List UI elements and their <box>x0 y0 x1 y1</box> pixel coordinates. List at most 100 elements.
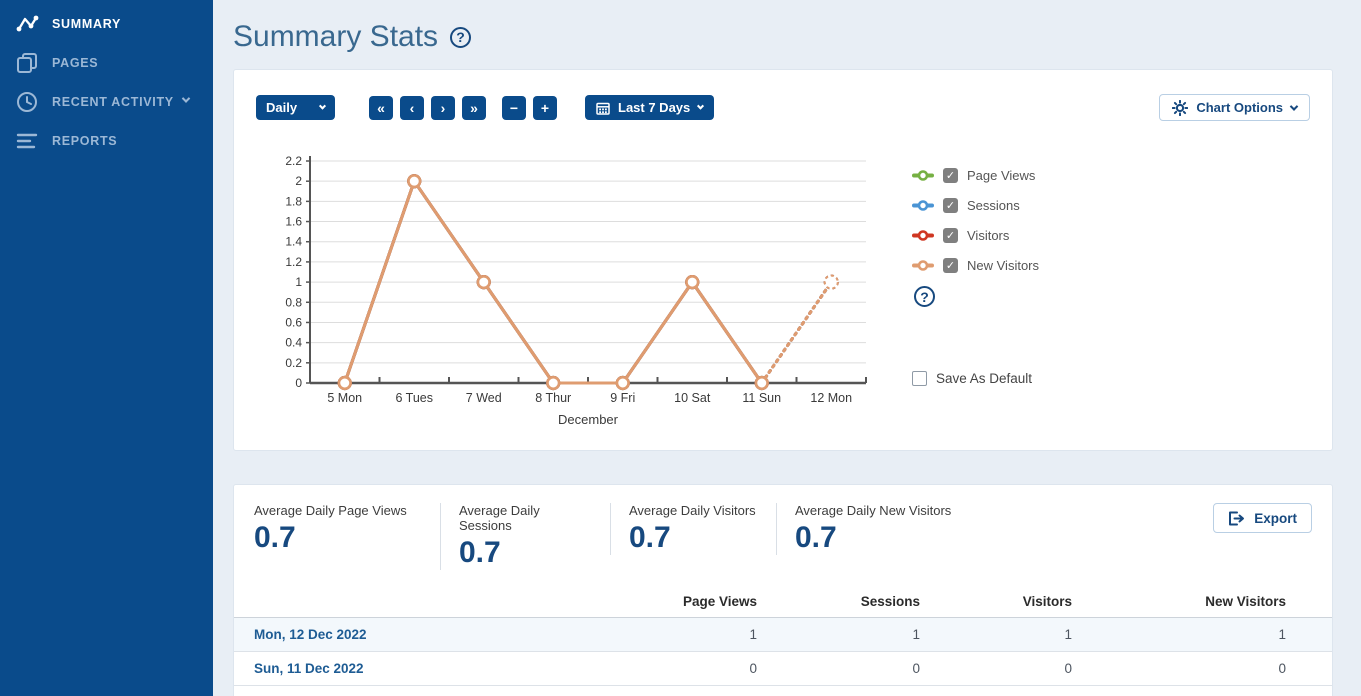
chart-options-label: Chart Options <box>1196 100 1283 115</box>
svg-text:0.6: 0.6 <box>285 315 302 329</box>
save-default-checkbox[interactable] <box>912 371 927 386</box>
legend-label: Visitors <box>967 228 1009 243</box>
legend-item-page-views: ✓ Page Views <box>912 165 1039 186</box>
svg-text:6 Tues: 6 Tues <box>395 391 433 405</box>
stat-card-visitors: Average Daily Visitors 0.7 <box>610 503 776 555</box>
table-header-cell: Visitors <box>920 594 1072 609</box>
export-icon <box>1228 511 1245 526</box>
svg-text:8 Thur: 8 Thur <box>535 391 571 405</box>
table-cell: 1 <box>572 627 757 642</box>
nav-next-button[interactable]: › <box>431 96 455 120</box>
date-range-value: Last 7 Days <box>618 100 690 115</box>
export-button[interactable]: Export <box>1213 503 1312 533</box>
svg-text:1.6: 1.6 <box>285 215 302 229</box>
svg-text:10 Sat: 10 Sat <box>674 391 711 405</box>
stat-card-page-views: Average Daily Page Views 0.7 <box>254 503 440 555</box>
stats-cards-row: Average Daily Page Views 0.7 Average Dai… <box>234 503 1332 586</box>
stat-label: Average Daily Sessions <box>459 503 590 533</box>
chart-options-button[interactable]: Chart Options <box>1159 94 1310 121</box>
series-checkbox[interactable]: ✓ <box>943 168 958 183</box>
stat-label: Average Daily New Visitors <box>795 503 951 518</box>
zoom-out-button[interactable]: − <box>502 96 526 120</box>
series-marker-icon <box>912 200 934 211</box>
app-window: SUMMARY PAGES RECENT ACTIVITY <box>0 0 1361 696</box>
table-cell: 0 <box>1072 661 1286 676</box>
clock-icon <box>15 90 39 114</box>
series-checkbox[interactable]: ✓ <box>943 258 958 273</box>
main-content: Summary Stats ? Daily « ‹ › » − + <box>213 0 1361 696</box>
row-date-link[interactable]: Mon, 12 Dec 2022 <box>254 627 572 642</box>
series-checkbox[interactable]: ✓ <box>943 198 958 213</box>
stat-value: 0.7 <box>629 521 756 555</box>
chart-toolbar: Daily « ‹ › » − + <box>256 94 1310 121</box>
svg-text:0.2: 0.2 <box>285 356 302 370</box>
table-header-cell: Sessions <box>757 594 920 609</box>
legend-item-sessions: ✓ Sessions <box>912 195 1039 216</box>
chart-nav-group: « ‹ › » <box>369 96 486 120</box>
granularity-value: Daily <box>266 100 297 115</box>
chevron-down-icon <box>1290 102 1298 110</box>
gear-icon <box>1172 100 1188 116</box>
sidebar-item-reports[interactable]: REPORTS <box>0 121 213 160</box>
calendar-icon <box>596 101 610 115</box>
stat-label: Average Daily Page Views <box>254 503 420 518</box>
table-cell: 1 <box>1072 627 1286 642</box>
table-cell: 0 <box>757 661 920 676</box>
save-default-label: Save As Default <box>936 371 1032 386</box>
stats-panel: Average Daily Page Views 0.7 Average Dai… <box>233 484 1333 696</box>
report-lines-icon <box>15 129 39 153</box>
series-marker-icon <box>912 170 934 181</box>
table-header-cell: New Visitors <box>1072 594 1286 609</box>
sidebar-item-summary[interactable]: SUMMARY <box>0 4 213 43</box>
nav-last-button[interactable]: » <box>462 96 486 120</box>
table-row: Mon, 12 Dec 2022 1 1 1 1 <box>234 618 1332 652</box>
granularity-select[interactable]: Daily <box>256 95 335 120</box>
table-cell: 1 <box>920 627 1072 642</box>
sidebar: SUMMARY PAGES RECENT ACTIVITY <box>0 0 213 696</box>
stat-value: 0.7 <box>459 536 590 570</box>
stat-card-sessions: Average Daily Sessions 0.7 <box>440 503 610 570</box>
table-cell: 1 <box>757 627 920 642</box>
chart-zoom-group: − + <box>502 96 557 120</box>
svg-text:12 Mon: 12 Mon <box>810 391 852 405</box>
legend-label: Sessions <box>967 198 1020 213</box>
svg-text:1.4: 1.4 <box>285 235 302 249</box>
save-as-default: Save As Default <box>912 371 1039 386</box>
svg-text:7 Wed: 7 Wed <box>466 391 502 405</box>
chevron-down-icon <box>319 103 326 110</box>
chart-panel: Daily « ‹ › » − + <box>233 69 1333 451</box>
svg-text:0.4: 0.4 <box>285 336 302 350</box>
stat-value: 0.7 <box>795 521 951 555</box>
chart-area: 00.20.40.60.811.21.41.61.822.25 Mon6 Tue… <box>256 145 1310 437</box>
sidebar-item-label: SUMMARY <box>52 17 121 31</box>
help-icon[interactable]: ? <box>450 27 471 48</box>
chart-help-icon[interactable]: ? <box>914 286 935 307</box>
svg-text:2: 2 <box>295 174 302 188</box>
stat-value: 0.7 <box>254 521 420 555</box>
sidebar-item-recent-activity[interactable]: RECENT ACTIVITY <box>0 82 213 121</box>
svg-text:0.8: 0.8 <box>285 295 302 309</box>
pages-icon <box>15 51 39 75</box>
svg-text:2.2: 2.2 <box>285 154 302 168</box>
nav-first-button[interactable]: « <box>369 96 393 120</box>
table-header-cell: Page Views <box>572 594 757 609</box>
legend-item-new-visitors: ✓ New Visitors <box>912 255 1039 276</box>
sidebar-item-label: PAGES <box>52 56 98 70</box>
table-cell: 0 <box>920 661 1072 676</box>
table-cell: 0 <box>572 661 757 676</box>
date-range-button[interactable]: Last 7 Days <box>585 95 714 120</box>
svg-text:December: December <box>558 412 619 427</box>
nav-prev-button[interactable]: ‹ <box>400 96 424 120</box>
pulse-chart-icon <box>15 12 39 36</box>
legend-label: New Visitors <box>967 258 1039 273</box>
export-label: Export <box>1254 511 1297 526</box>
sidebar-item-pages[interactable]: PAGES <box>0 43 213 82</box>
zoom-in-button[interactable]: + <box>533 96 557 120</box>
svg-text:9 Fri: 9 Fri <box>610 391 635 405</box>
svg-text:11 Sun: 11 Sun <box>742 391 781 405</box>
svg-text:1.8: 1.8 <box>285 194 302 208</box>
row-date-link[interactable]: Sun, 11 Dec 2022 <box>254 661 572 676</box>
summary-line-chart: 00.20.40.60.811.21.41.61.822.25 Mon6 Tue… <box>256 145 888 437</box>
svg-text:0: 0 <box>295 376 302 390</box>
series-checkbox[interactable]: ✓ <box>943 228 958 243</box>
